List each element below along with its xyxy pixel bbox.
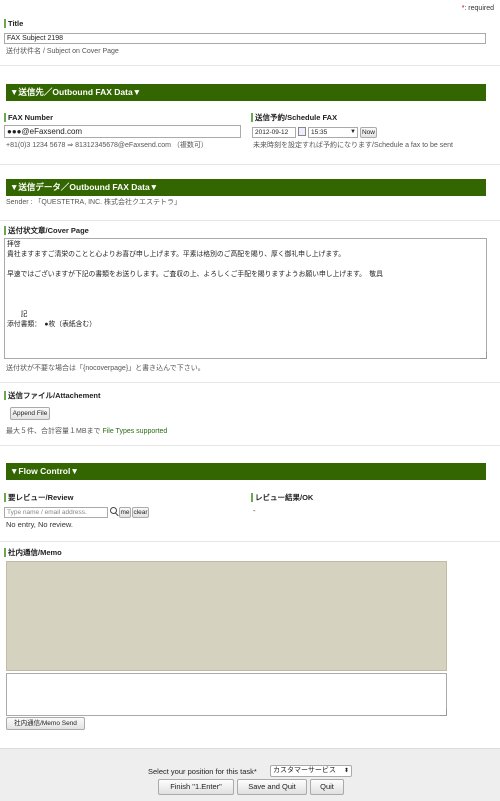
resize-handle-icon[interactable] bbox=[440, 709, 447, 716]
outbound-fax-header: ▼送信先／Outbound FAX Data▼ bbox=[6, 84, 486, 101]
divider bbox=[0, 220, 500, 221]
divider bbox=[0, 164, 500, 165]
calendar-icon[interactable] bbox=[298, 127, 306, 136]
title-label: Title bbox=[4, 19, 23, 28]
memo-log-area bbox=[6, 561, 447, 671]
append-file-button[interactable]: Append File bbox=[10, 407, 50, 420]
position-select[interactable]: カスタマーサービス ⬍ bbox=[270, 765, 352, 777]
updown-arrows-icon: ⬍ bbox=[343, 768, 349, 774]
sender-text: Sender : 「QUESTETRA, INC. 株式会社クエステトラ」 bbox=[6, 199, 182, 206]
clear-button[interactable]: clear bbox=[132, 507, 149, 518]
required-text: : required bbox=[464, 5, 494, 12]
quit-button[interactable]: Quit bbox=[310, 779, 344, 795]
memo-send-button[interactable]: 社内通信/Memo Send bbox=[6, 717, 85, 730]
divider bbox=[0, 382, 500, 383]
finish-button[interactable]: Finish "1.Enter" bbox=[158, 779, 234, 795]
review-result-value: - bbox=[253, 506, 256, 515]
fax-number-input[interactable]: ●●●@eFaxsend.com bbox=[4, 125, 241, 138]
attachment-limit-text: 最大５件、合計容量１MBまで bbox=[6, 428, 103, 435]
cover-page-textarea[interactable]: 拝啓 貴社ますますご清栄のことと心よりお喜び申し上げます。平素は格別のご高配を賜… bbox=[4, 238, 487, 359]
review-note: No entry, No review. bbox=[6, 520, 73, 529]
memo-textarea[interactable] bbox=[6, 673, 447, 716]
schedule-label: 送信予約/Schedule FAX bbox=[251, 113, 337, 122]
review-label: 要レビュー/Review bbox=[4, 493, 73, 502]
review-input-placeholder: Type name / email address. bbox=[7, 509, 87, 516]
memo-label: 社内通信/Memo bbox=[4, 548, 62, 557]
divider bbox=[0, 65, 500, 66]
schedule-note: 未来時刻を設定すれば予約になります/Schedule a fax to be s… bbox=[253, 142, 453, 149]
chevron-down-icon: ▼ bbox=[350, 129, 356, 135]
divider bbox=[0, 541, 500, 542]
schedule-time-value: 15:35 bbox=[311, 129, 328, 136]
cover-page-note: 送付状が不要な場合は「{nocoverpage}」と書き込んで下さい。 bbox=[6, 365, 205, 372]
flow-control-header: ▼Flow Control▼ bbox=[6, 463, 486, 480]
divider bbox=[0, 445, 500, 446]
position-value: カスタマーサービス bbox=[273, 767, 336, 774]
attachment-label: 送信ファイル/Attachement bbox=[4, 391, 101, 400]
fax-number-label: FAX Number bbox=[4, 113, 53, 122]
cover-page-label: 送付状文章/Cover Page bbox=[4, 226, 89, 235]
now-button[interactable]: Now bbox=[360, 127, 377, 138]
title-input[interactable]: FAX Subject 2198 bbox=[4, 33, 486, 44]
title-note: 送付状件名 / Subject on Cover Page bbox=[6, 48, 119, 55]
outbound-data-header: ▼送信データ／Outbound FAX Data▼ bbox=[6, 179, 486, 196]
review-result-label: レビュー結果/OK bbox=[251, 493, 313, 502]
schedule-time-select[interactable]: 15:35 ▼ bbox=[308, 127, 358, 138]
required-note: *: required bbox=[462, 5, 494, 12]
position-label: Select your position for this task* bbox=[148, 767, 257, 776]
schedule-date-input[interactable]: 2012-09-12 bbox=[252, 127, 296, 138]
review-input[interactable]: Type name / email address. bbox=[4, 507, 108, 518]
attachment-note: 最大５件、合計容量１MBまで File Types supported bbox=[6, 426, 167, 436]
file-types-link[interactable]: File Types supported bbox=[102, 428, 167, 435]
resize-handle-icon[interactable] bbox=[480, 352, 487, 359]
me-button[interactable]: me bbox=[119, 507, 131, 518]
save-and-quit-button[interactable]: Save and Quit bbox=[237, 779, 307, 795]
fax-number-note: +81(0)3 1234 5678 ⇒ 81312345678@eFaxsend… bbox=[6, 142, 208, 149]
